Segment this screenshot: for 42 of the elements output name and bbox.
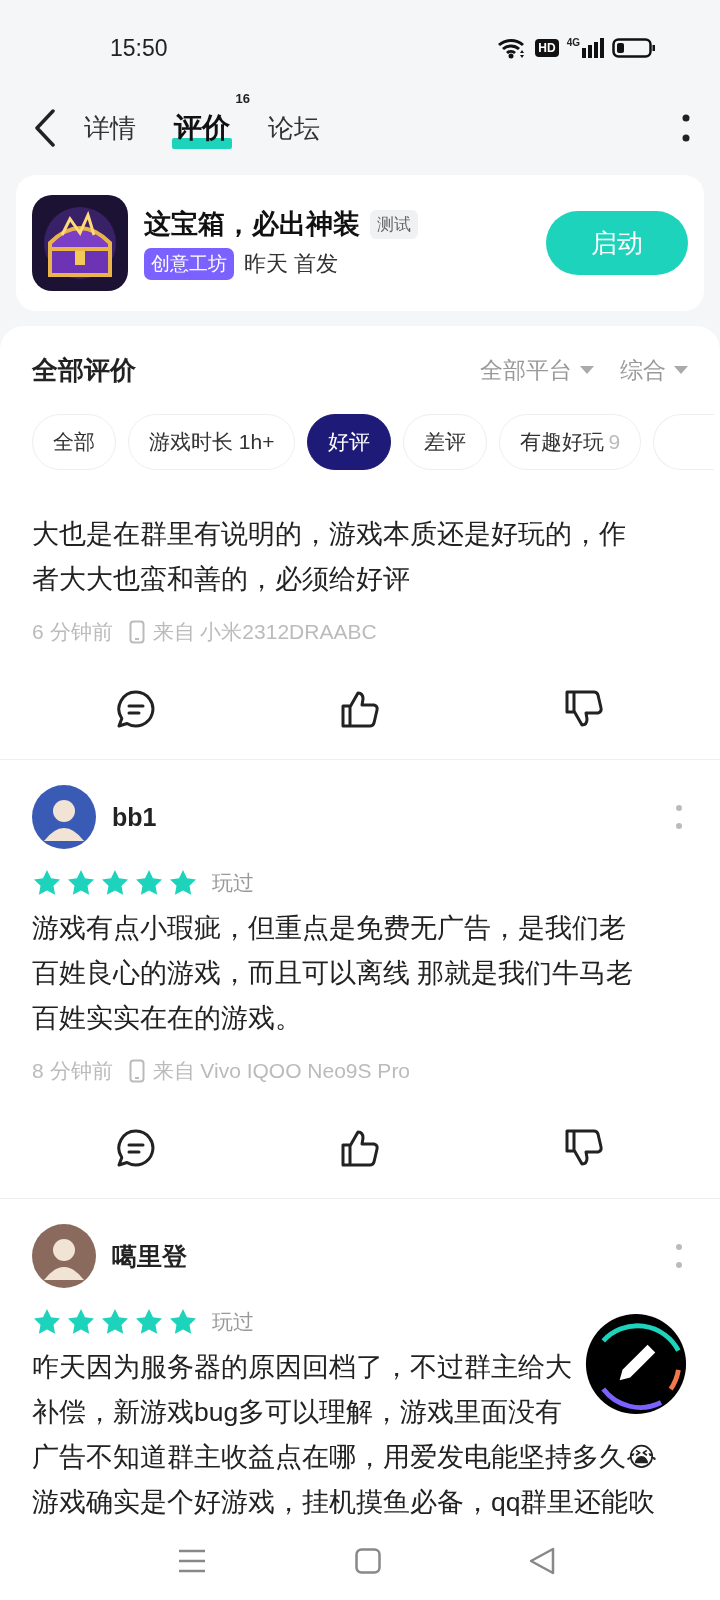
review-time: 8 分钟前	[32, 1058, 113, 1084]
category-tag: 创意工坊	[144, 248, 234, 280]
release-info: 昨天 首发	[244, 250, 339, 278]
device-info: 来自 Vivo IQOO Neo9S Pro	[152, 1058, 411, 1084]
section-title: 全部评价	[32, 353, 137, 387]
network-label: 4G	[566, 37, 580, 48]
comment-icon[interactable]	[115, 1127, 157, 1169]
more-icon[interactable]	[682, 114, 690, 142]
treasure-chest-icon	[32, 195, 128, 291]
comment-icon[interactable]	[115, 688, 157, 730]
caret-icon	[580, 365, 594, 375]
review-text: 游戏确实是个好游戏，挂机摸鱼必备，qq群里还能吹	[32, 1486, 656, 1519]
phone-icon	[128, 1059, 145, 1083]
back-icon[interactable]	[34, 109, 56, 147]
hd-badge: HD	[535, 39, 559, 57]
home-icon[interactable]	[354, 1548, 381, 1574]
tab[interactable]: 详情	[82, 106, 138, 150]
play-status: 玩过	[212, 1309, 254, 1335]
write-review-button[interactable]	[584, 1312, 688, 1416]
avatar[interactable]	[32, 785, 96, 849]
review-text: 咋天因为服务器的原因回档了，不过群主给大	[32, 1351, 572, 1384]
user-name[interactable]: 噶里登	[112, 1239, 676, 1273]
user-name[interactable]: bb1	[112, 802, 676, 832]
app-name: 这宝箱，必出神装	[144, 208, 360, 241]
device-info: 来自 小米2312DRAABC	[152, 619, 377, 645]
avatar[interactable]	[32, 1224, 96, 1288]
clock-time: 15:50	[110, 34, 169, 62]
review-text: 大也是在群里有说明的，游戏本质还是好玩的，作者大大也蛮和善的，必须给好评	[32, 518, 627, 596]
menu-icon[interactable]	[178, 1549, 206, 1573]
signal-icon	[582, 38, 604, 58]
review-text: 广告不知道群主收益点在哪，用爱发电能坚持多久😭	[32, 1441, 657, 1474]
phone-icon	[128, 620, 145, 644]
play-status: 玩过	[212, 870, 254, 896]
tab[interactable]: 论坛	[266, 106, 322, 150]
count-label: 16	[235, 91, 250, 106]
review-time: 6 分钟前	[32, 619, 113, 645]
filter-chip[interactable]: 好评	[307, 414, 392, 470]
caret-icon	[674, 365, 688, 375]
test-tag: 测试	[370, 209, 418, 239]
battery-icon	[612, 37, 656, 59]
review-text: 游戏有点小瑕疵，但重点是免费无广告，是我们老百姓良心的游戏，而且可以离线 那就是我们牛马老百姓实实在在的游戏。	[32, 912, 635, 1035]
review-text: 补偿，新游戏bug多可以理解，游戏里面没有	[32, 1396, 563, 1429]
